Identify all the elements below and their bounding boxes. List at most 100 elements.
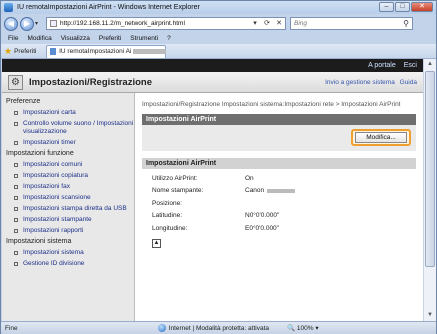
sidebar-item-volume[interactable]: Controllo volume suono / Impostazioni vi… [2,118,134,137]
browser-window: IU remotaImpostazioni AirPrint - Windows… [0,0,437,334]
table-row: Utilizzo AirPrint: On [152,172,416,185]
row-label: Posizione: [152,199,182,207]
system-manager-link[interactable]: Invio a gestione sistema [325,79,395,86]
bullet-icon [14,184,18,189]
url-text[interactable]: http://192.168.11.2/m_network_airprint.h… [60,20,249,27]
sidebar-item-copiatura[interactable]: Impostazioni copiatura [2,170,134,181]
help-link[interactable]: Guida [400,79,417,86]
table-row: Nome stampante: Canon [152,185,416,198]
tab-page-icon [50,48,57,55]
sidebar-section-sistema: Impostazioni sistema [6,238,72,245]
window-title: IU remotaImpostazioni AirPrint - Windows… [17,4,200,11]
menu-bar: File Modifica Visualizza Preferiti Strum… [1,33,436,44]
edit-button-highlight: Modifica... [351,129,411,146]
menu-strumenti[interactable]: Strumenti [130,35,158,42]
bullet-icon [14,121,18,126]
main-content: Impostazioni/Registrazione Impostazioni … [135,93,423,321]
row-value: E0°0'0.000" [245,224,279,232]
table-row: Latitudine: N0°0'0.000" [152,210,416,223]
row-label: Utilizzo AirPrint: [152,174,198,182]
sidebar-item-timer[interactable]: Impostazioni timer [2,137,134,148]
sidebar: Preferenze Impostazioni carta Controllo … [2,93,135,321]
page-icon [50,20,57,27]
status-bar: Fine Internet | Modalità protetta: attiv… [1,321,436,334]
maximize-button[interactable]: □ [395,2,410,12]
favorites-label: Preferiti [14,47,37,55]
sidebar-item-stampante[interactable]: Impostazioni stampante [2,214,134,225]
tab-title: IU remotaImpostazioni AirPrint: [59,48,132,55]
settings-icon: ⚙ [8,74,23,90]
sidebar-section-funzione: Impostazioni funzione [6,150,74,157]
favorites-bar: ★ Preferiti IU remotaImpostazioni AirPri… [1,44,436,59]
history-dropdown-icon[interactable]: ▾ [35,20,43,27]
menu-visualizza[interactable]: Visualizza [61,35,90,42]
vertical-scrollbar[interactable]: ▲ ▼ [423,59,436,321]
bullet-icon [14,140,18,145]
sidebar-item-carta[interactable]: Impostazioni carta [2,107,134,118]
scroll-thumb[interactable] [425,71,435,267]
minimize-button[interactable]: – [379,2,394,12]
sidebar-item-comuni[interactable]: Impostazioni comuni [2,159,134,170]
search-icon[interactable]: ⚲ [400,19,412,28]
back-button[interactable]: ◀ [4,16,18,31]
sidebar-item-divisione[interactable]: Gestione ID divisione [2,258,134,269]
address-bar[interactable]: http://192.168.11.2/m_network_airprint.h… [46,17,286,30]
bullet-icon [14,206,18,211]
top-bar: A portale Esci [2,59,423,72]
forward-button[interactable]: ▶ [20,16,34,31]
globe-icon [157,324,166,332]
redacted-text [267,188,296,193]
security-zone[interactable]: Internet | Modalità protetta: attivata [157,324,269,332]
sidebar-section-preferenze: Preferenze [6,98,41,105]
menu-file[interactable]: File [8,35,18,42]
row-value: Canon [245,187,296,194]
row-value: N0°0'0.000" [245,212,280,220]
status-text: Fine [5,324,18,332]
dropdown-icon[interactable]: ▾ [249,18,261,29]
bullet-icon [14,195,18,200]
bullet-icon [14,228,18,233]
search-box[interactable]: Bing ⚲ [290,17,413,30]
row-label: Longitudine: [152,224,188,232]
sidebar-item-rapporti[interactable]: Impostazioni rapporti [2,225,134,236]
bullet-icon [14,217,18,222]
ie-icon [4,3,13,12]
bullet-icon [14,173,18,178]
star-icon: ★ [4,45,13,56]
refresh-icon[interactable]: ⟳ [261,18,273,29]
browser-tab[interactable]: IU remotaImpostazioni AirPrint: [46,44,167,58]
bullet-icon [14,261,18,266]
sidebar-item-sistema[interactable]: Impostazioni sistema [2,247,134,258]
bullet-icon [14,110,18,115]
sidebar-item-usb[interactable]: Impostazioni stampa diretta da USB [2,203,134,214]
redacted-text [133,49,166,54]
menu-help[interactable]: ? [167,35,171,42]
search-input[interactable]: Bing [294,20,400,27]
title-bar: IU remotaImpostazioni AirPrint - Windows… [1,1,436,14]
bullet-icon [14,162,18,167]
page-header: ⚙ Impostazioni/Registrazione Invio a ges… [2,72,423,93]
zoom-level[interactable]: 🔍 100% ▾ [287,324,319,332]
sidebar-item-scansione[interactable]: Impostazioni scansione [2,192,134,203]
bullet-icon [14,250,18,255]
panel-body: Modifica... [142,125,416,151]
row-label: Latitudine: [152,212,182,220]
settings-table: Utilizzo AirPrint: On Nome stampante: Ca… [142,169,416,248]
page-title: Impostazioni/Registrazione [29,76,152,88]
row-value: On [245,174,254,182]
scroll-down-icon[interactable]: ▼ [424,310,436,321]
back-to-top-icon[interactable]: ▲ [152,238,161,248]
page-viewport: A portale Esci ⚙ Impostazioni/Registrazi… [2,59,423,321]
menu-modifica[interactable]: Modifica [27,35,51,42]
address-toolbar: ◀ ▶ ▾ http://192.168.11.2/m_network_airp… [1,14,436,33]
scroll-up-icon[interactable]: ▲ [424,59,436,70]
portal-link[interactable]: A portale [368,62,396,69]
logout-link[interactable]: Esci [404,62,417,69]
menu-preferiti[interactable]: Preferiti [99,35,121,42]
sidebar-item-fax[interactable]: Impostazioni fax [2,181,134,192]
favorites-button[interactable]: ★ Preferiti [4,46,36,57]
edit-button[interactable]: Modifica... [355,132,407,143]
row-label: Nome stampante: [152,187,204,195]
close-button[interactable]: ✕ [411,2,433,12]
stop-icon[interactable]: ✕ [273,18,285,29]
